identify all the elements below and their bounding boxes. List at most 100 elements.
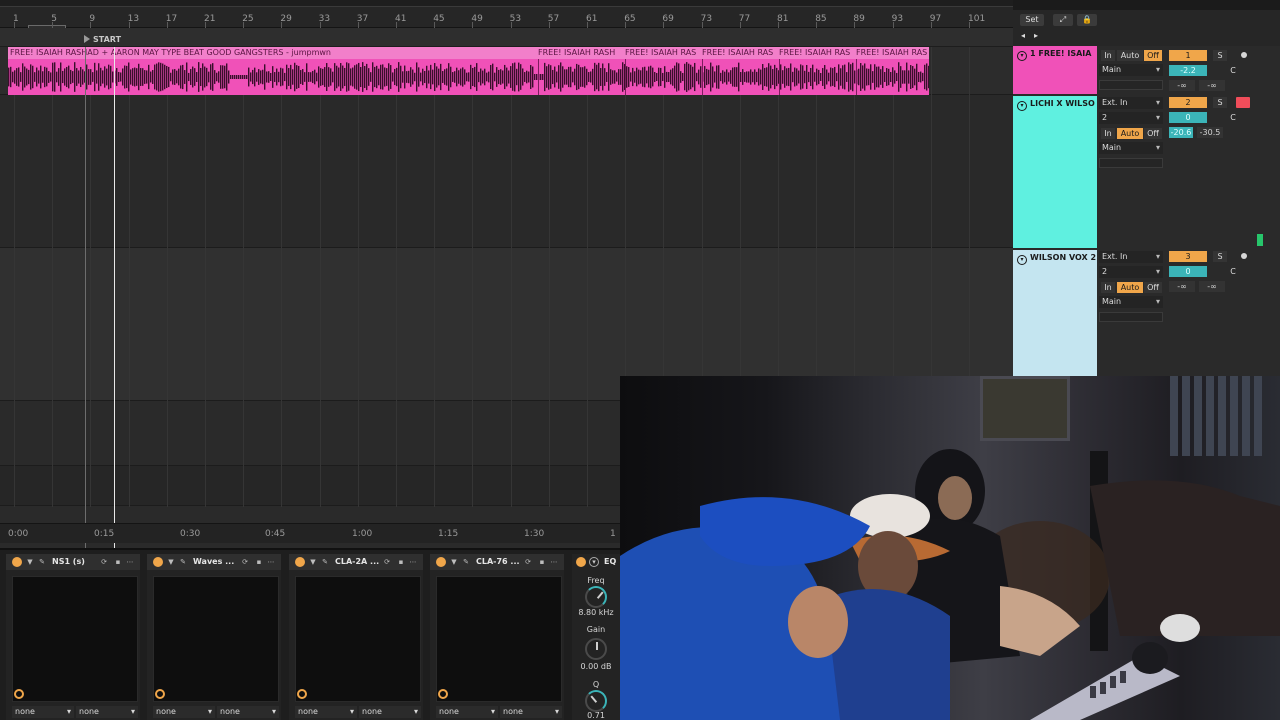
fold-icon[interactable]: ▾ — [1017, 101, 1027, 111]
pan-field[interactable]: C — [1227, 112, 1239, 123]
monitor-in-button[interactable]: In — [1101, 282, 1115, 293]
arrow-left-icon[interactable]: ◂ — [1018, 30, 1028, 42]
wrench-icon[interactable]: ✎ — [38, 558, 46, 566]
arm-icon[interactable] — [1241, 253, 1247, 259]
set-button[interactable]: Set — [1020, 14, 1044, 26]
volume-field[interactable]: 0 — [1169, 112, 1207, 123]
param-select[interactable]: none — [436, 706, 498, 718]
arm-icon[interactable] — [1241, 52, 1247, 58]
plugin-window[interactable] — [436, 576, 562, 702]
monitor-off-button[interactable]: Off — [1144, 128, 1162, 139]
param-select[interactable]: none — [76, 706, 138, 718]
track-activator[interactable]: 3 — [1169, 251, 1207, 262]
power-icon[interactable] — [12, 557, 22, 567]
volume-field[interactable]: 0 — [1169, 266, 1207, 277]
time-ruler[interactable]: 0:00 0:15 0:30 0:45 1:00 1:15 1:30 1 — [0, 523, 620, 543]
expand-icon[interactable]: ⤢ — [1053, 14, 1073, 26]
audio-clip[interactable]: FREE! ISAIAH RASHAD + AARON MAY TYPE BEA… — [8, 47, 929, 95]
device-title-bar[interactable]: ▼ ✎ CLA-2A ... ⟳ ▪ ⋯ — [289, 554, 423, 570]
solo-button[interactable]: S — [1213, 97, 1227, 108]
q-knob[interactable] — [585, 690, 607, 712]
arrow-right-icon[interactable]: ▸ — [1031, 30, 1041, 42]
send-a-field[interactable]: -∞ — [1169, 281, 1195, 292]
input-channel-select[interactable]: 2 — [1099, 112, 1163, 124]
send-a-field[interactable]: -∞ — [1169, 80, 1195, 91]
monitor-in-button[interactable]: In — [1101, 128, 1115, 139]
save-icon[interactable]: ▪ — [114, 558, 122, 566]
track-lane-2[interactable] — [0, 95, 1013, 248]
bar-ruler[interactable]: 1 5 9 13 17 21 25 29 33 37 41 45 49 53 57 61 65 69 73 77 81 8… — [0, 0, 1013, 35]
monitor-auto-button[interactable]: Auto — [1117, 128, 1143, 139]
link-icon[interactable]: ⟳ — [524, 558, 532, 566]
input-channel-select[interactable]: 2 — [1099, 266, 1163, 278]
output-subselect[interactable] — [1099, 158, 1163, 168]
param-select[interactable]: none — [359, 706, 421, 718]
save-icon[interactable]: ▪ — [397, 558, 405, 566]
fold-icon[interactable]: ▼ — [450, 558, 458, 566]
pan-field[interactable]: C — [1227, 65, 1239, 76]
fold-icon[interactable]: ▼ — [26, 558, 34, 566]
power-icon[interactable] — [153, 557, 163, 567]
macro-knob-icon[interactable] — [297, 689, 307, 699]
wrench-icon[interactable]: ✎ — [462, 558, 470, 566]
track-header-2[interactable]: ▾ LICHI X WILSO — [1013, 96, 1097, 248]
solo-button[interactable]: S — [1213, 50, 1227, 61]
device-eq[interactable]: ▾ EQ Freq 8.80 kHz Gain 0.00 dB Q 0.71 — [572, 554, 620, 720]
track-activator[interactable]: 2 — [1169, 97, 1207, 108]
input-type-select[interactable]: Ext. In — [1099, 97, 1163, 109]
playhead[interactable] — [114, 47, 115, 548]
gain-value[interactable]: 0.00 dB — [572, 662, 620, 671]
output-select[interactable]: Main — [1099, 296, 1163, 308]
plugin-window[interactable] — [12, 576, 138, 702]
power-icon[interactable] — [436, 557, 446, 567]
param-select[interactable]: none — [12, 706, 74, 718]
locator-row[interactable]: START — [0, 28, 1013, 47]
device-ns1[interactable]: ▼ ✎ NS1 (s) ⟳ ▪ ⋯ none none — [6, 554, 140, 720]
freq-value[interactable]: 8.80 kHz — [572, 608, 620, 617]
monitor-auto-button[interactable]: Auto — [1117, 282, 1143, 293]
solo-button[interactable]: S — [1213, 251, 1227, 262]
plugin-window[interactable] — [153, 576, 279, 702]
more-icon[interactable]: ⋯ — [267, 558, 275, 566]
wrench-icon[interactable]: ✎ — [179, 558, 187, 566]
monitor-off-button[interactable]: Off — [1144, 50, 1162, 61]
fold-icon[interactable]: ▾ — [1017, 255, 1027, 265]
fold-icon[interactable]: ▾ — [589, 557, 599, 567]
track-header-3[interactable]: ▾ WILSON VOX 2 — [1013, 250, 1097, 376]
plugin-window[interactable] — [295, 576, 421, 702]
q-value[interactable]: 0.71 — [572, 711, 620, 720]
device-cla-76[interactable]: ▼ ✎ CLA-76 ... ⟳ ▪ ⋯ none none — [430, 554, 564, 720]
track-activator[interactable]: 1 — [1169, 50, 1207, 61]
param-select[interactable]: none — [500, 706, 562, 718]
save-icon[interactable]: ▪ — [255, 558, 263, 566]
more-icon[interactable]: ⋯ — [126, 558, 134, 566]
volume-field[interactable]: -2.2 — [1169, 65, 1207, 76]
input-type-select[interactable]: Ext. In — [1099, 251, 1163, 263]
device-waves[interactable]: ▼ ✎ Waves ... ⟳ ▪ ⋯ none none — [147, 554, 281, 720]
macro-knob-icon[interactable] — [14, 689, 24, 699]
device-title-bar[interactable]: ▼ ✎ CLA-76 ... ⟳ ▪ ⋯ — [430, 554, 564, 570]
more-icon[interactable]: ⋯ — [409, 558, 417, 566]
macro-knob-icon[interactable] — [155, 689, 165, 699]
more-icon[interactable]: ⋯ — [550, 558, 558, 566]
fold-icon[interactable]: ▼ — [167, 558, 175, 566]
output-select[interactable]: Main — [1099, 142, 1163, 154]
device-title-bar[interactable]: ▼ ✎ NS1 (s) ⟳ ▪ ⋯ — [6, 554, 140, 570]
fold-icon[interactable]: ▾ — [1017, 51, 1027, 61]
monitor-off-button[interactable]: Off — [1144, 282, 1162, 293]
macro-knob-icon[interactable] — [438, 689, 448, 699]
wrench-icon[interactable]: ✎ — [321, 558, 329, 566]
link-icon[interactable]: ⟳ — [100, 558, 108, 566]
track-header-1[interactable]: ▾ 1 FREE! ISAIA — [1013, 46, 1097, 94]
output-select[interactable]: Main — [1099, 64, 1163, 76]
save-icon[interactable]: ▪ — [538, 558, 546, 566]
gain-knob[interactable] — [585, 638, 607, 660]
device-title-bar[interactable]: ▼ ✎ Waves ... ⟳ ▪ ⋯ — [147, 554, 281, 570]
monitor-in-button[interactable]: In — [1101, 50, 1115, 61]
send-b-field[interactable]: -∞ — [1199, 80, 1225, 91]
start-locator[interactable]: START — [84, 35, 121, 44]
link-icon[interactable]: ⟳ — [241, 558, 249, 566]
output-subselect[interactable] — [1099, 80, 1163, 90]
device-cla-2a[interactable]: ▼ ✎ CLA-2A ... ⟳ ▪ ⋯ none none — [289, 554, 423, 720]
pan-field[interactable]: C — [1227, 266, 1239, 277]
